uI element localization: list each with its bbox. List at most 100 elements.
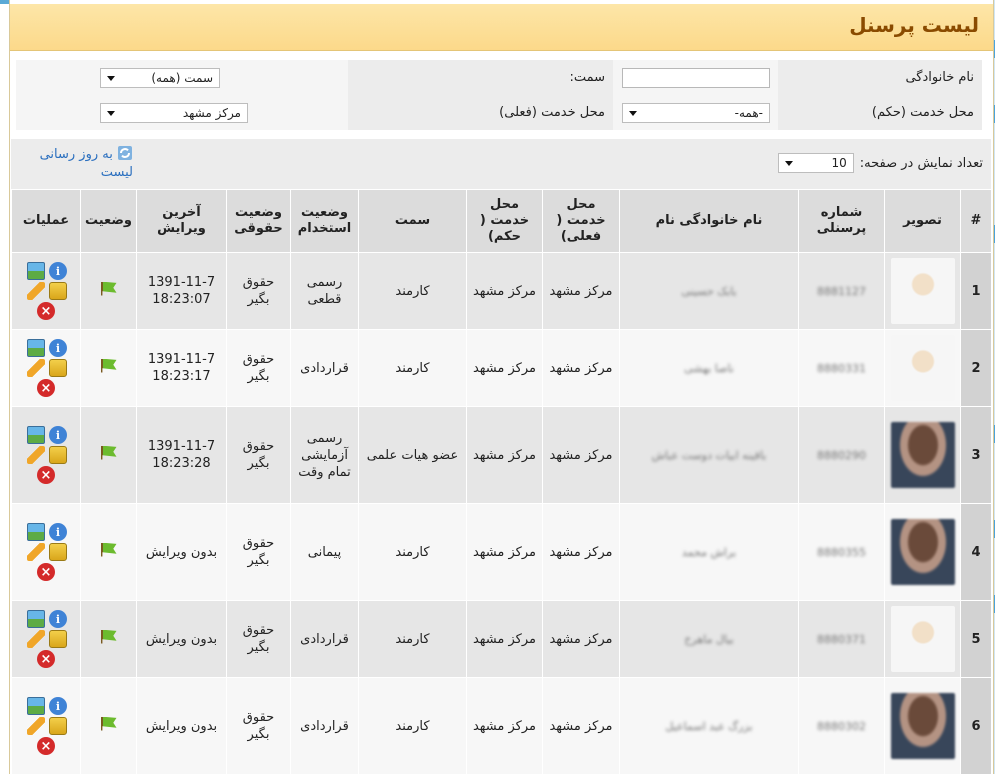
personnel-code: 8881127 — [817, 284, 866, 298]
avatar[interactable] — [890, 519, 955, 585]
lock-icon[interactable] — [49, 359, 67, 377]
position-select[interactable]: سمت (همه) — [100, 67, 220, 88]
service-current-label: محل خدمت (فعلی) — [348, 95, 613, 130]
col-name: نام خانوادگی نام — [619, 189, 799, 253]
info-icon[interactable]: i — [49, 262, 67, 280]
position-cell: کارمند — [358, 329, 467, 407]
last-edit-cell: 1391-11-7 18:23:07 — [136, 252, 227, 330]
info-icon[interactable]: i — [49, 339, 67, 357]
page-size-label: تعداد نمایش در صفحه: — [859, 155, 983, 171]
flag-icon[interactable] — [100, 542, 117, 557]
operations-cell: i × — [11, 503, 81, 601]
employee-name: بابک حسینی — [681, 284, 737, 298]
lock-icon[interactable] — [49, 282, 67, 300]
chevron-down-icon — [784, 161, 793, 166]
position-cell: کارمند — [358, 600, 467, 678]
avatar[interactable] — [890, 606, 955, 672]
salary-cell: حقوق بگیر — [226, 677, 291, 775]
employee-name: بزرگ عبد اسماعیل — [665, 719, 753, 733]
photo-cell — [884, 677, 961, 775]
position-cell: کارمند — [358, 677, 467, 775]
avatar[interactable] — [890, 693, 955, 759]
image-icon[interactable] — [27, 262, 45, 280]
chevron-down-icon — [107, 110, 115, 116]
service-hokm-select[interactable]: -همه- — [622, 102, 770, 123]
name-cell: بیال ماهرخ — [619, 600, 799, 678]
delete-icon[interactable]: × — [37, 563, 55, 581]
page-size-control: تعداد نمایش در صفحه: 10 — [777, 153, 983, 173]
family-name-label: نام خانوادگی — [778, 60, 982, 95]
info-icon[interactable]: i — [49, 523, 67, 541]
flag-icon[interactable] — [100, 716, 117, 731]
list-toolbar: تعداد نمایش در صفحه: 10 به روز رسانی لیس… — [11, 139, 991, 189]
personnel-code: 8880355 — [817, 545, 866, 559]
service-hokm-cell: مرکز مشهد — [466, 329, 543, 407]
position-label: سمت: — [348, 60, 613, 95]
position-cell: کارمند — [358, 252, 467, 330]
row-actions: i × — [16, 262, 76, 320]
lock-icon[interactable] — [49, 630, 67, 648]
service-current-cell: مرکز مشهد — [542, 252, 620, 330]
flag-icon[interactable] — [100, 629, 117, 644]
flag-icon[interactable] — [100, 445, 117, 460]
pencil-icon[interactable] — [27, 282, 45, 300]
row-number: 6 — [960, 677, 992, 775]
image-icon[interactable] — [27, 339, 45, 357]
row-number: 4 — [960, 503, 992, 601]
status-cell — [80, 252, 137, 330]
pencil-icon[interactable] — [27, 717, 45, 735]
service-current-select[interactable]: مرکز مشهد — [100, 102, 248, 123]
info-icon[interactable]: i — [49, 610, 67, 628]
last-edit-cell: بدون ویرایش — [136, 677, 227, 775]
family-name-input[interactable] — [622, 67, 770, 88]
personnel-panel: لیست پرسنل نام خانوادگی سمت: سمت (همه) م… — [9, 0, 994, 775]
lock-icon[interactable] — [49, 446, 67, 464]
refresh-icon — [118, 146, 132, 160]
image-icon[interactable] — [27, 610, 45, 628]
avatar[interactable] — [890, 422, 955, 488]
last-edit-cell: 1391-11-7 18:23:17 — [136, 329, 227, 407]
flag-icon[interactable] — [100, 281, 117, 296]
refresh-list-link[interactable]: به روز رسانی لیست — [33, 145, 133, 182]
pencil-icon[interactable] — [27, 446, 45, 464]
col-service-hokm: محل خدمت ( حکم) — [466, 189, 543, 253]
row-number: 5 — [960, 600, 992, 678]
image-icon[interactable] — [27, 426, 45, 444]
salary-cell: حقوق بگیر — [226, 600, 291, 678]
delete-icon[interactable]: × — [37, 737, 55, 755]
lock-icon[interactable] — [49, 543, 67, 561]
panel-header: لیست پرسنل — [10, 4, 993, 51]
service-current-cell: مرکز مشهد — [16, 95, 348, 130]
image-icon[interactable] — [27, 523, 45, 541]
pencil-icon[interactable] — [27, 630, 45, 648]
name-cell: ناصا بهشی — [619, 329, 799, 407]
info-icon[interactable]: i — [49, 426, 67, 444]
delete-icon[interactable]: × — [37, 466, 55, 484]
operations-cell: i × — [11, 600, 81, 678]
info-icon[interactable]: i — [49, 697, 67, 715]
position-cell: کارمند — [358, 503, 467, 601]
delete-icon[interactable]: × — [37, 379, 55, 397]
service-current-cell: مرکز مشهد — [542, 600, 620, 678]
lock-icon[interactable] — [49, 717, 67, 735]
chevron-down-icon — [629, 110, 637, 116]
col-last-edit: آخرین ویرایش — [136, 189, 227, 253]
service-current-cell: مرکز مشهد — [542, 406, 620, 504]
status-cell — [80, 503, 137, 601]
delete-icon[interactable]: × — [37, 302, 55, 320]
pencil-icon[interactable] — [27, 359, 45, 377]
status-cell — [80, 329, 137, 407]
pencil-icon[interactable] — [27, 543, 45, 561]
personnel-code-cell: 8880355 — [798, 503, 885, 601]
col-employment: وضعیت استخدام — [290, 189, 359, 253]
personnel-table: # تصویر شماره پرسنلی نام خانوادگی نام مح… — [11, 189, 992, 775]
page-size-select[interactable]: 10 — [777, 153, 854, 173]
delete-icon[interactable]: × — [37, 650, 55, 668]
flag-icon[interactable] — [100, 358, 117, 373]
avatar[interactable] — [890, 258, 955, 324]
image-icon[interactable] — [27, 697, 45, 715]
operations-cell: i × — [11, 329, 81, 407]
name-cell: باقینه ابیات دوست عباش — [619, 406, 799, 504]
avatar[interactable] — [890, 335, 955, 401]
employment-cell: رسمی آزمایشی تمام وقت — [290, 406, 359, 504]
